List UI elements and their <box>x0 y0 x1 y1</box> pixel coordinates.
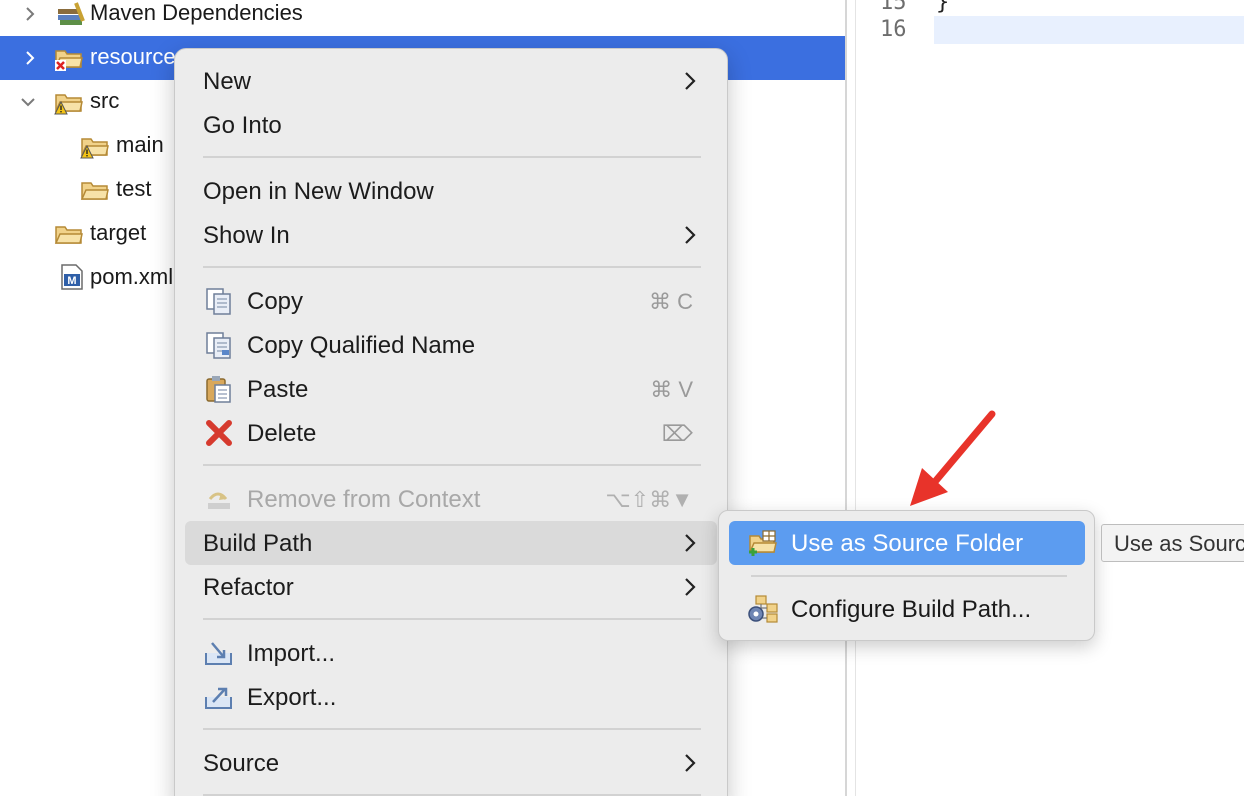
tree-item-label: Maven Dependencies <box>90 0 303 25</box>
menu-item-refactor[interactable]: Refactor <box>185 565 717 609</box>
tree-item-maven-dependencies[interactable]: Maven Dependencies <box>0 0 845 36</box>
svg-text:M: M <box>67 275 76 287</box>
build-path-submenu: Use as Source Folder Configure Build Pat… <box>718 510 1095 641</box>
menu-item-label: Open in New Window <box>203 178 434 205</box>
shortcut-label: ⌘ C <box>649 289 693 314</box>
chevron-right-icon <box>685 226 696 244</box>
chevron-right-icon <box>685 534 696 552</box>
copy-icon <box>206 288 231 315</box>
copy-qualified-icon <box>206 332 231 359</box>
menu-item-go-into[interactable]: Go Into <box>185 103 717 147</box>
menu-item-export[interactable]: Export... <box>185 675 717 719</box>
code-line: } <box>936 0 950 15</box>
menu-separator <box>203 728 701 730</box>
tree-item-label: test <box>116 176 152 201</box>
submenu-item-label: Configure Build Path... <box>791 596 1032 623</box>
chevron-down-icon[interactable] <box>20 94 36 110</box>
menu-item-label: Remove from Context <box>247 486 481 513</box>
menu-item-copy[interactable]: Copy ⌘ C <box>185 279 717 323</box>
submenu-item-label: Use as Source Folder <box>791 530 1024 557</box>
menu-separator <box>203 618 701 620</box>
submenu-item-configure-build-path[interactable]: Configure Build Path... <box>729 587 1085 631</box>
tree-item-label: target <box>90 220 147 245</box>
code-editor[interactable] <box>847 0 1244 796</box>
line-number: 16 <box>880 17 907 42</box>
current-line-highlight <box>934 16 1244 44</box>
menu-item-label: Export... <box>247 684 337 711</box>
library-icon <box>58 2 85 25</box>
shortcut-label: ⌘ V <box>650 377 693 402</box>
import-icon <box>205 642 232 665</box>
gutter-border <box>855 0 856 796</box>
tooltip: Use as Source Folder <box>1101 524 1244 562</box>
folder-error-icon <box>54 50 83 71</box>
folder-warning-icon <box>54 94 83 115</box>
folder-warning-icon <box>80 138 109 159</box>
remove-context-icon <box>208 492 230 509</box>
export-icon <box>205 687 232 709</box>
menu-item-open-in-new-window[interactable]: Open in New Window <box>185 169 717 213</box>
folder-icon <box>54 226 83 244</box>
menu-item-import[interactable]: Import... <box>185 631 717 675</box>
menu-item-label: Paste <box>247 376 309 403</box>
shortcut-label: ⌦ <box>661 421 693 446</box>
menu-item-label: Copy <box>247 288 304 315</box>
menu-item-label: Source <box>203 750 280 777</box>
chevron-right-icon <box>685 754 696 772</box>
menu-item-label: Import... <box>247 640 336 667</box>
menu-separator <box>751 575 1067 577</box>
menu-item-copy-qualified-name[interactable]: Copy Qualified Name <box>185 323 717 367</box>
chevron-right-icon[interactable] <box>22 50 38 66</box>
menu-item-build-path[interactable]: Build Path <box>185 521 717 565</box>
menu-item-remove-from-context: Remove from Context ⌥⇧⌘▼ <box>185 477 717 521</box>
menu-item-label: Delete <box>247 420 317 447</box>
configure-build-path-icon <box>748 595 778 623</box>
eclipse-window: Maven Dependencies resources src main te… <box>0 0 1244 796</box>
menu-item-label: Show In <box>203 222 290 249</box>
menu-item-label: New <box>203 68 252 95</box>
menu-item-label: Go Into <box>203 112 282 139</box>
chevron-right-icon <box>685 72 696 90</box>
menu-separator <box>203 266 701 268</box>
tree-item-label: src <box>90 88 120 113</box>
menu-item-delete[interactable]: Delete ⌦ <box>185 411 717 455</box>
chevron-right-icon <box>685 578 696 596</box>
context-menu: New Go Into Open in New Window Show In C… <box>174 48 728 796</box>
maven-file-icon: M <box>61 264 83 290</box>
menu-item-source[interactable]: Source <box>185 741 717 785</box>
menu-item-paste[interactable]: Paste ⌘ V <box>185 367 717 411</box>
tree-item-label: main <box>116 132 164 157</box>
delete-icon <box>206 420 232 446</box>
paste-icon <box>206 376 231 403</box>
menu-item-show-in[interactable]: Show In <box>185 213 717 257</box>
menu-item-label: Refactor <box>203 574 294 601</box>
annotation-arrow-icon <box>910 410 996 506</box>
menu-item-new[interactable]: New <box>185 59 717 103</box>
menu-separator <box>203 156 701 158</box>
folder-icon <box>80 182 109 200</box>
chevron-right-icon[interactable] <box>22 6 38 22</box>
menu-item-label: Copy Qualified Name <box>247 332 476 359</box>
line-number: 15 <box>880 0 907 15</box>
source-folder-icon <box>748 530 777 556</box>
submenu-item-use-as-source-folder[interactable]: Use as Source Folder <box>729 521 1085 565</box>
tree-item-label: pom.xml <box>90 264 174 289</box>
tree-item-label: resources <box>90 44 187 69</box>
menu-separator <box>203 464 701 466</box>
shortcut-label: ⌥⇧⌘▼ <box>605 487 693 512</box>
menu-item-label: Build Path <box>203 530 313 557</box>
